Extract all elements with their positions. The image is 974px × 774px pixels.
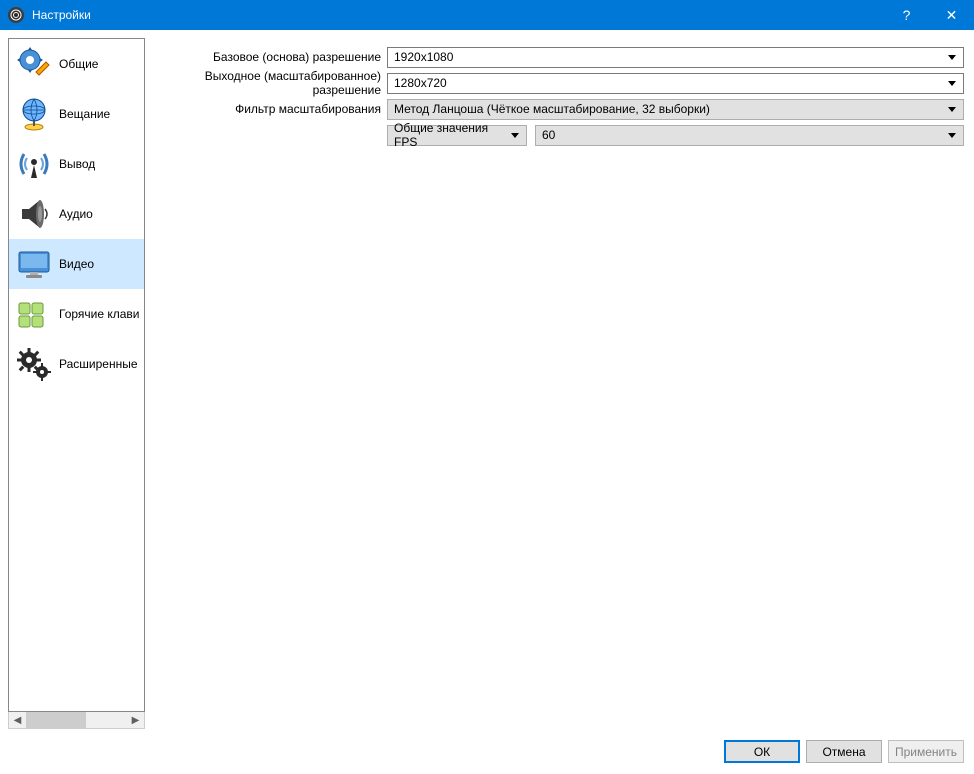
nav-label: Видео [59,257,94,271]
fps-mode-combo[interactable]: Общие значения FPS [387,125,527,146]
settings-content: Базовое (основа) разрешение 1920x1080 Вы… [151,38,966,729]
sidebar-horizontal-scrollbar[interactable]: ◀ ▶ [8,712,145,729]
sidebar-item-audio[interactable]: Аудио [9,189,144,239]
globe-network-icon [13,93,55,135]
speaker-icon [13,193,55,235]
nav-label: Вещание [59,107,110,121]
chevron-down-icon [945,55,959,60]
keyboard-keys-icon [13,293,55,335]
antenna-signal-icon [13,143,55,185]
downscale-filter-combo[interactable]: Метод Ланцоша (Чёткое масштабирование, 3… [387,99,964,120]
sidebar-item-video[interactable]: Видео [9,239,144,289]
sidebar-item-hotkeys[interactable]: Горячие клавиши [9,289,144,339]
scroll-right-arrow-icon[interactable]: ▶ [127,712,144,728]
base-resolution-combo[interactable]: 1920x1080 [387,47,964,68]
nav-label: Расширенные [59,357,138,371]
sidebar-item-general[interactable]: Общие [9,39,144,89]
titlebar: Настройки ? ✕ [0,0,974,30]
close-button[interactable]: ✕ [929,0,974,30]
monitor-icon [13,243,55,285]
sidebar-item-output[interactable]: Вывод [9,139,144,189]
chevron-down-icon [945,133,959,138]
settings-sidebar: Общие Вещание [8,38,145,712]
nav-label: Аудио [59,207,93,221]
cancel-button[interactable]: Отмена [806,740,882,763]
dialog-footer: ОК Отмена Применить [0,729,974,774]
scroll-left-arrow-icon[interactable]: ◀ [9,712,26,728]
nav-label: Горячие клавиши [59,307,140,321]
output-resolution-label: Выходное (масштабированное) разрешение [153,69,383,97]
chevron-down-icon [945,81,959,86]
base-resolution-label: Базовое (основа) разрешение [153,50,383,64]
app-logo-icon [8,7,24,23]
help-button[interactable]: ? [884,0,929,30]
apply-button: Применить [888,740,964,763]
gear-wrench-icon [13,43,55,85]
gears-icon [13,343,55,385]
sidebar-item-advanced[interactable]: Расширенные [9,339,144,389]
ok-button[interactable]: ОК [724,740,800,763]
nav-label: Вывод [59,157,95,171]
output-resolution-combo[interactable]: 1280x720 [387,73,964,94]
scroll-thumb[interactable] [26,712,86,728]
window-title: Настройки [32,8,91,22]
chevron-down-icon [508,133,522,138]
nav-label: Общие [59,57,98,71]
fps-value-combo[interactable]: 60 [535,125,964,146]
chevron-down-icon [945,107,959,112]
downscale-filter-label: Фильтр масштабирования [153,102,383,116]
sidebar-item-stream[interactable]: Вещание [9,89,144,139]
